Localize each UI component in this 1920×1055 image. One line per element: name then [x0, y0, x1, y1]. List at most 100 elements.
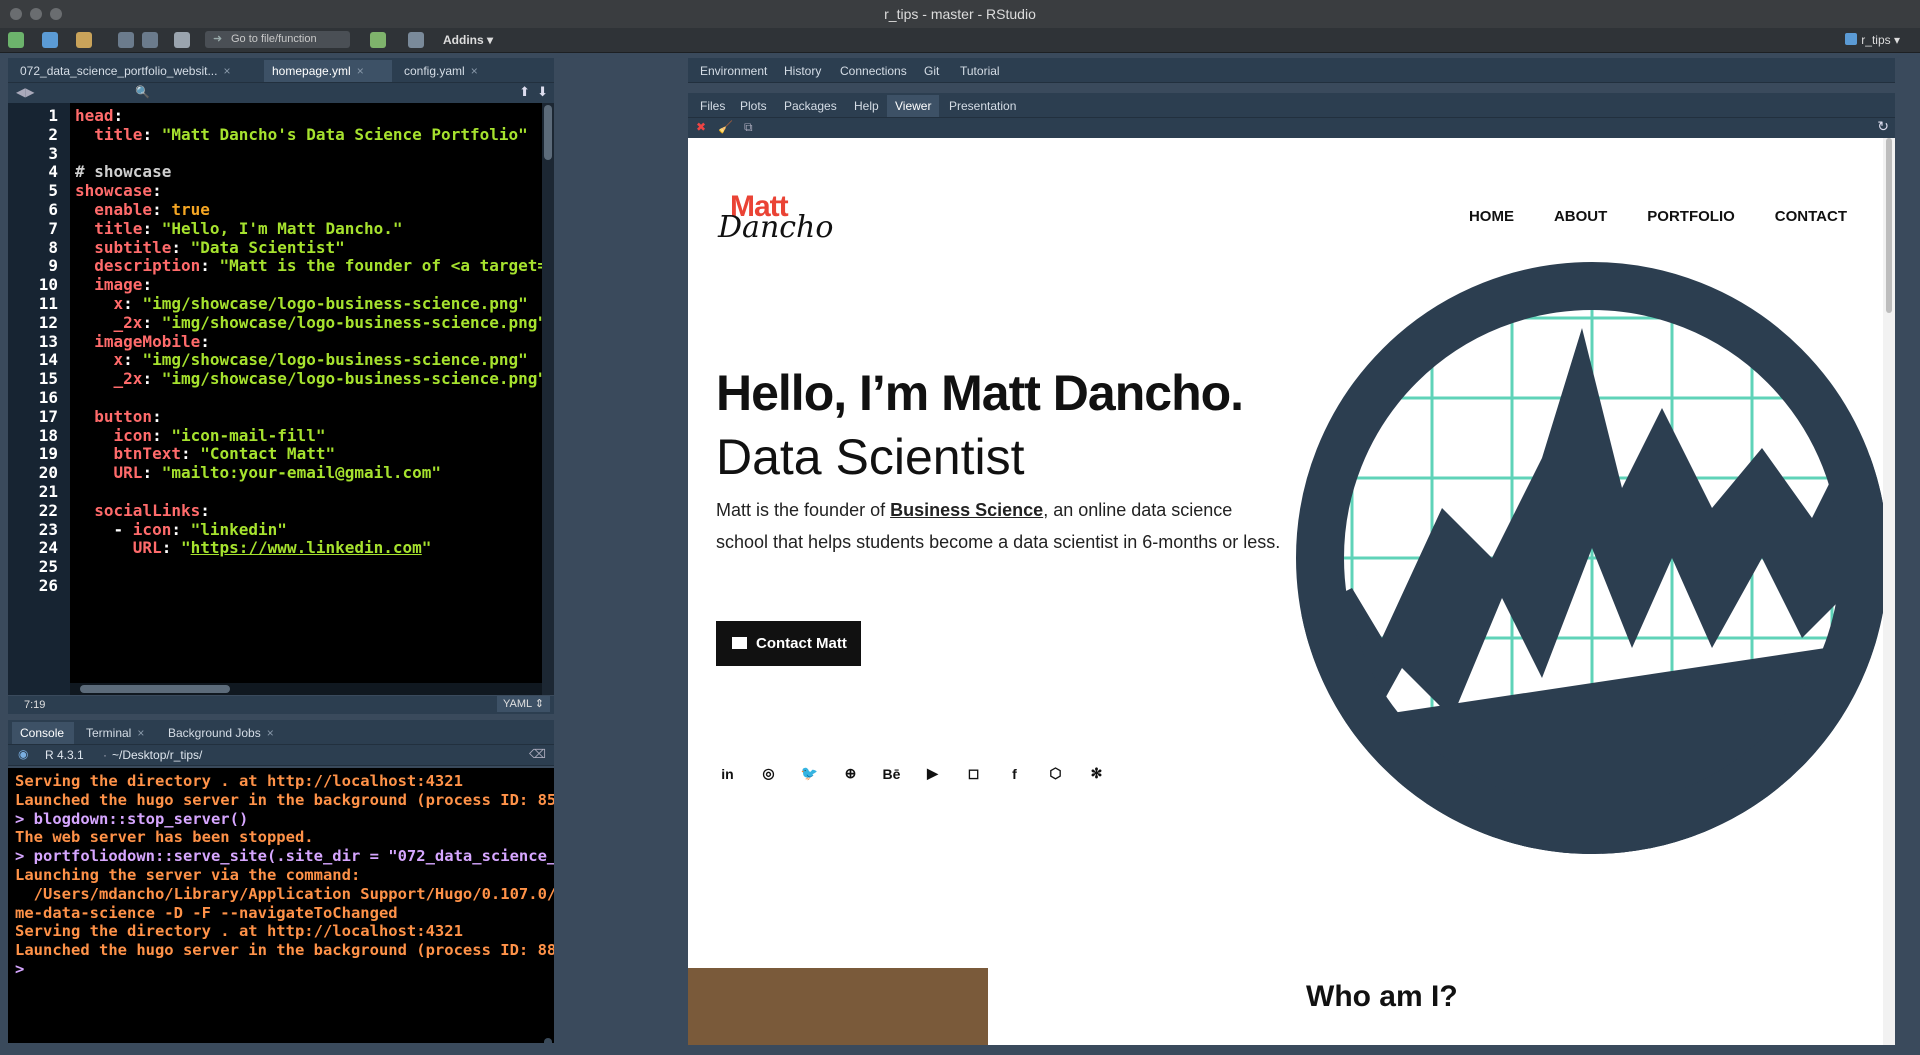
console-scrollbar[interactable]: [544, 1038, 552, 1043]
close-tab-icon[interactable]: ×: [357, 64, 364, 78]
tab-background-jobs[interactable]: Background Jobs ×: [160, 722, 284, 744]
refresh-icon[interactable]: ↻: [1877, 118, 1889, 135]
tab-rmd-file[interactable]: 072_data_science_portfolio_websit... ×: [12, 60, 260, 82]
close-tab-icon[interactable]: ×: [267, 726, 274, 740]
console-tabbar: Console Terminal × Background Jobs ×: [8, 720, 554, 745]
code-text: icon: "icon-mail-fill": [75, 425, 326, 445]
new-file-icon[interactable]: [8, 32, 24, 48]
line-number: 14: [38, 350, 58, 370]
code-text: x: "img/showcase/logo-business-science.p…: [75, 294, 528, 313]
line-number: 15: [38, 369, 58, 389]
back-forward-icon[interactable]: ◀▶: [16, 85, 34, 99]
linkedin-icon[interactable]: in: [716, 762, 739, 785]
clear-viewer-icon[interactable]: ✖: [696, 120, 706, 134]
working-directory[interactable]: ~/Desktop/r_tips/: [112, 748, 202, 762]
behance-icon[interactable]: Bē: [880, 762, 903, 785]
contact-button[interactable]: Contact Matt: [716, 621, 861, 666]
console-output-line: Serving the directory . at http://localh…: [15, 772, 463, 790]
save-icon[interactable]: [118, 32, 134, 48]
r-logo-icon: ◉: [18, 747, 29, 761]
codepen-icon[interactable]: ⬡: [1044, 762, 1067, 785]
console-output-line: /Users/mdancho/Library/Application Suppo…: [33, 884, 554, 903]
export-icon[interactable]: ⧉: [744, 120, 753, 135]
tab-homepage-yml[interactable]: homepage.yml ×: [264, 60, 392, 82]
filetype-select[interactable]: YAML ⇕: [496, 696, 550, 712]
tab-viewer[interactable]: Viewer: [887, 95, 940, 117]
github-icon[interactable]: ◎: [757, 762, 780, 785]
line-number: 23: [38, 519, 58, 539]
line-number: 2: [48, 124, 58, 144]
line-number: 25: [38, 557, 58, 577]
editor-horizontal-scrollbar[interactable]: [70, 683, 542, 695]
tab-packages[interactable]: Packages: [776, 95, 845, 117]
instagram-icon[interactable]: ◻: [962, 762, 985, 785]
addins-label: Addins: [443, 33, 484, 47]
clear-console-icon[interactable]: ⌫: [529, 747, 546, 761]
tab-tutorial[interactable]: Tutorial: [952, 60, 1008, 82]
tab-connections[interactable]: Connections: [832, 60, 915, 82]
dribbble-icon[interactable]: ⊕: [839, 762, 862, 785]
line-number: 4: [48, 162, 58, 182]
hero-title: Hello, I’m Matt Dancho.: [716, 365, 1244, 421]
tab-plots[interactable]: Plots: [732, 95, 775, 117]
editor-toolbar: ◀▶ 🔍 ⬆ ⬇: [8, 83, 554, 104]
code-text: head:: [75, 106, 124, 125]
line-number: 19: [38, 444, 58, 464]
line-number: 24: [38, 538, 58, 558]
open-file-icon[interactable]: [76, 32, 92, 48]
layout-icon[interactable]: [408, 32, 424, 48]
broom-icon[interactable]: 🧹: [718, 120, 733, 134]
new-project-icon[interactable]: [42, 32, 58, 48]
twitter-icon[interactable]: 🐦: [798, 762, 821, 785]
youtube-icon[interactable]: ▶: [921, 762, 944, 785]
project-icon: [1845, 33, 1858, 45]
tab-presentation[interactable]: Presentation: [941, 95, 1024, 117]
line-number: 26: [38, 576, 58, 595]
tab-label: Console: [20, 726, 65, 740]
move-down-icon[interactable]: ⬇: [537, 84, 548, 100]
console-output[interactable]: Serving the directory . at http://localh…: [8, 768, 554, 1043]
cursor-position: 7:19: [24, 699, 46, 711]
business-science-link[interactable]: Business Science: [890, 500, 1043, 520]
tab-files[interactable]: Files: [692, 95, 733, 117]
close-tab-icon[interactable]: ×: [137, 726, 144, 740]
nav-home[interactable]: HOME: [1469, 208, 1514, 225]
save-all-icon[interactable]: [142, 32, 158, 48]
go-to-file-input[interactable]: ➜ Go to file/function: [205, 31, 350, 48]
tab-help[interactable]: Help: [846, 95, 887, 117]
r-version: R 4.3.1: [45, 748, 84, 762]
nav-portfolio[interactable]: PORTFOLIO: [1647, 208, 1735, 225]
facebook-icon[interactable]: f: [1003, 762, 1026, 785]
console-output-line: Launched the hugo server in the backgrou…: [15, 941, 554, 960]
line-number: 6: [48, 200, 58, 219]
viewer-pane[interactable]: Matt Dancho HOME ABOUT PORTFOLIO CONTACT…: [688, 138, 1895, 1045]
addins-menu[interactable]: Addins ▾: [443, 33, 493, 47]
tab-environment[interactable]: Environment: [692, 60, 775, 82]
print-icon[interactable]: [174, 32, 190, 48]
nav-contact[interactable]: CONTACT: [1775, 208, 1847, 225]
flower-icon[interactable]: ✻: [1085, 762, 1108, 785]
close-tab-icon[interactable]: ×: [471, 64, 478, 78]
code-text: image:: [75, 275, 153, 295]
tab-history[interactable]: History: [776, 60, 829, 82]
nav-about[interactable]: ABOUT: [1554, 208, 1607, 225]
close-tab-icon[interactable]: ×: [223, 64, 230, 78]
editor-vertical-scrollbar[interactable]: [542, 103, 554, 695]
code-text: # showcase: [75, 162, 172, 182]
line-number: 10: [38, 275, 58, 295]
viewer-scrollbar[interactable]: [1883, 138, 1895, 1045]
tab-label: config.yaml: [404, 64, 465, 78]
git-icon[interactable]: [370, 32, 386, 48]
code-editor[interactable]: 1 head: 2 title: "Matt Dancho's Data Scien…: [8, 103, 554, 695]
tab-console[interactable]: Console: [12, 722, 74, 744]
tab-git[interactable]: Git: [916, 60, 947, 82]
project-menu[interactable]: r_tips ▾: [1845, 33, 1900, 47]
line-number: 1: [48, 106, 58, 125]
tab-terminal[interactable]: Terminal ×: [78, 722, 158, 744]
console-output-line: Launching the server via the command:: [15, 866, 361, 884]
code-text: title: "Matt Dancho's Data Science Portf…: [75, 124, 528, 144]
tab-config-yaml[interactable]: config.yaml ×: [396, 60, 502, 82]
search-icon[interactable]: 🔍: [135, 85, 150, 99]
move-up-icon[interactable]: ⬆: [519, 84, 530, 100]
profile-photo: [688, 968, 988, 1045]
